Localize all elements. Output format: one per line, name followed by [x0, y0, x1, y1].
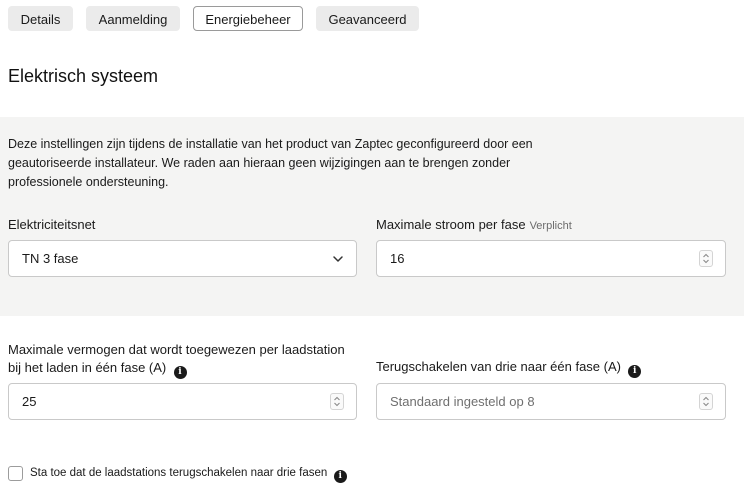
- tab-geavanceerd[interactable]: Geavanceerd: [316, 6, 419, 31]
- required-badge: Verplicht: [529, 220, 572, 232]
- tab-details[interactable]: Details: [8, 6, 73, 31]
- max-power-label-line1: Maximale vermogen dat wordt toegewezen p…: [8, 342, 345, 357]
- info-icon[interactable]: i: [173, 366, 187, 379]
- max-power-input[interactable]: 25: [8, 383, 357, 420]
- switch-back-label: Terugschakelen van drie naar één fase (A…: [376, 358, 642, 378]
- allow-three-phase-checkbox[interactable]: [8, 466, 23, 481]
- page: Details Aanmelding Energiebeheer Geavanc…: [0, 0, 744, 489]
- max-power-label-line2: bij het laden in één fase (A): [8, 360, 167, 375]
- grid-select-value: TN 3 fase: [22, 251, 79, 266]
- allow-three-phase-label-text: Sta toe dat de laadstations terugschakel…: [30, 467, 328, 479]
- max-power-value: 25: [22, 394, 37, 409]
- max-current-label: Maximale stroom per fase Verplicht: [376, 216, 572, 235]
- info-icon[interactable]: i: [628, 365, 642, 378]
- allow-three-phase-label: Sta toe dat de laadstations terugschakel…: [30, 465, 347, 483]
- spinner-icon[interactable]: [699, 250, 713, 267]
- tab-energiebeheer[interactable]: Energiebeheer: [193, 6, 303, 31]
- max-current-value: 16: [390, 251, 405, 266]
- switch-back-placeholder: Standaard ingesteld op 8: [390, 394, 535, 409]
- installer-warning-text: Deze instellingen zijn tijdens de instal…: [8, 137, 533, 189]
- spinner-icon[interactable]: [699, 393, 713, 410]
- grid-label: Elektriciteitsnet: [8, 217, 96, 232]
- max-power-label-line2-row: bij het laden in één fase (A) i: [8, 359, 368, 379]
- chevron-down-icon: [333, 256, 343, 262]
- switch-back-label-text: Terugschakelen van drie naar één fase (A…: [376, 359, 621, 374]
- max-power-label: Maximale vermogen dat wordt toegewezen p…: [8, 341, 368, 379]
- max-current-label-text: Maximale stroom per fase: [376, 217, 526, 232]
- tab-aanmelding[interactable]: Aanmelding: [86, 6, 180, 31]
- section-title: Elektrisch systeem: [8, 66, 159, 86]
- spinner-icon[interactable]: [330, 393, 344, 410]
- switch-back-input[interactable]: Standaard ingesteld op 8: [376, 383, 726, 420]
- grid-select[interactable]: TN 3 fase: [8, 240, 357, 277]
- max-current-input[interactable]: 16: [376, 240, 726, 277]
- info-icon[interactable]: i: [333, 470, 347, 483]
